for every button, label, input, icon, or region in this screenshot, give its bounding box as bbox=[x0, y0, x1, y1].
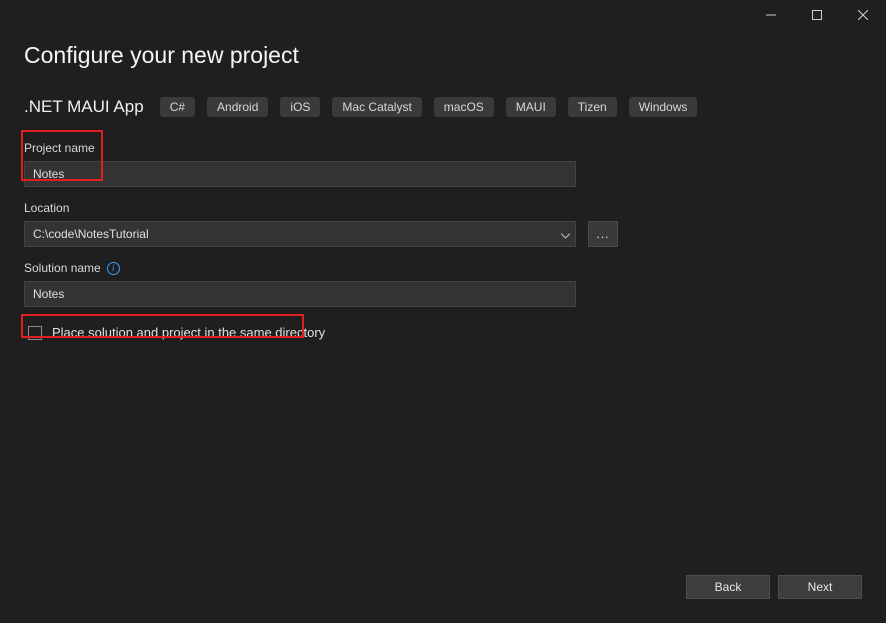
browse-button[interactable]: ... bbox=[588, 221, 618, 247]
platform-tag: iOS bbox=[280, 97, 320, 117]
checkbox-icon[interactable] bbox=[28, 326, 42, 340]
next-button[interactable]: Next bbox=[778, 575, 862, 599]
platform-tag: Mac Catalyst bbox=[332, 97, 421, 117]
location-input[interactable] bbox=[24, 221, 576, 247]
platform-tag: macOS bbox=[434, 97, 494, 117]
solution-name-input[interactable] bbox=[24, 281, 576, 307]
same-directory-label: Place solution and project in the same d… bbox=[52, 325, 325, 340]
template-name: .NET MAUI App bbox=[24, 97, 144, 117]
platform-tag: Android bbox=[207, 97, 268, 117]
same-directory-checkbox-row[interactable]: Place solution and project in the same d… bbox=[24, 321, 331, 344]
close-button[interactable] bbox=[840, 0, 886, 30]
page-title: Configure your new project bbox=[24, 42, 862, 69]
platform-tag: Windows bbox=[629, 97, 698, 117]
platform-tag: C# bbox=[160, 97, 195, 117]
project-name-input[interactable] bbox=[24, 161, 576, 187]
location-label: Location bbox=[24, 201, 862, 215]
minimize-button[interactable] bbox=[748, 0, 794, 30]
info-icon[interactable]: i bbox=[107, 262, 120, 275]
platform-tag: MAUI bbox=[506, 97, 556, 117]
project-name-label: Project name bbox=[24, 141, 862, 155]
back-button[interactable]: Back bbox=[686, 575, 770, 599]
solution-name-label: Solution name bbox=[24, 261, 101, 275]
maximize-button[interactable] bbox=[794, 0, 840, 30]
platform-tag: Tizen bbox=[568, 97, 617, 117]
